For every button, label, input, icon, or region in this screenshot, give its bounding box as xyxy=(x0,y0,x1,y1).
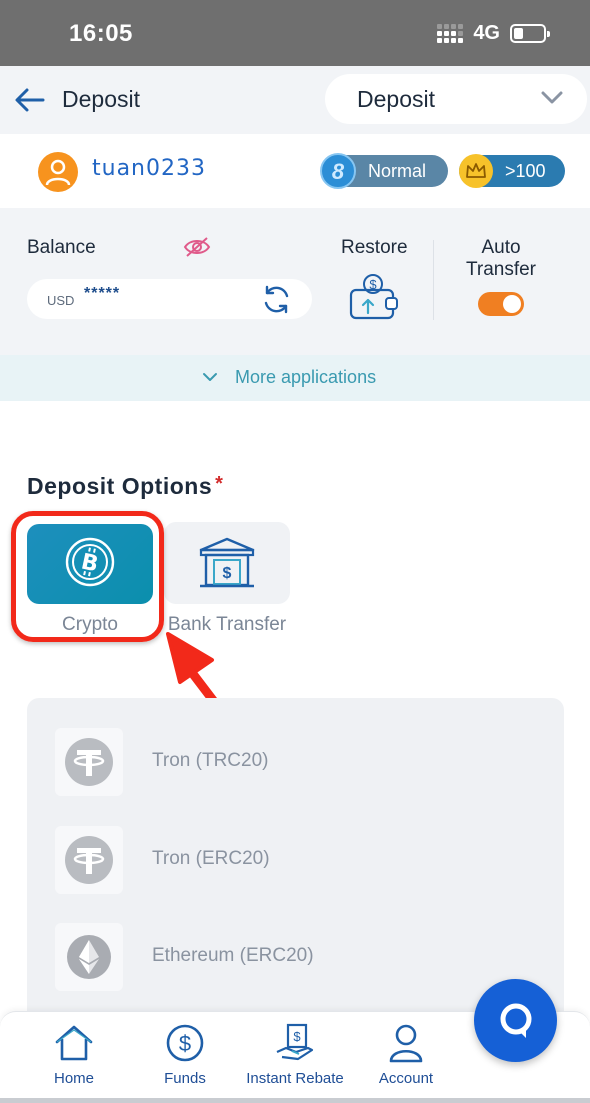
auto-transfer-label: Auto Transfer xyxy=(465,237,537,280)
user-row: tuan0233 8 Normal >100 xyxy=(0,134,590,208)
nav-item-account[interactable]: Account xyxy=(370,1012,442,1103)
rebate-icon: $ xyxy=(276,1023,314,1061)
coin-thumb xyxy=(55,728,123,796)
balance-panel: Balance USD ***** Restore $ Auto Transfe… xyxy=(0,208,590,355)
auto-transfer-toggle[interactable] xyxy=(478,292,524,316)
refresh-icon[interactable] xyxy=(261,284,292,315)
back-arrow-icon[interactable] xyxy=(14,86,46,114)
battery-icon xyxy=(510,24,550,43)
restore-label: Restore xyxy=(341,237,408,258)
coin-option-ethereum-erc20[interactable]: Ethereum (ERC20) xyxy=(55,923,535,991)
level-badge-label: Normal xyxy=(368,161,427,181)
coin-thumb xyxy=(55,826,123,894)
home-indicator xyxy=(0,1098,590,1103)
nav-label: Home xyxy=(53,1070,94,1087)
chevron-down-icon xyxy=(541,91,563,104)
status-bar: 16:05 4G xyxy=(0,0,590,66)
tether-icon xyxy=(65,738,113,786)
ethereum-icon xyxy=(67,935,111,979)
account-icon xyxy=(389,1024,423,1063)
svg-text:$: $ xyxy=(293,1029,301,1044)
nav-item-funds[interactable]: $ Funds xyxy=(150,1012,220,1103)
crown-icon xyxy=(459,154,493,188)
nav-label: Account xyxy=(378,1070,434,1087)
divider xyxy=(433,240,434,320)
dollar-icon: $ xyxy=(166,1024,204,1062)
home-icon xyxy=(55,1025,93,1061)
svg-text:$: $ xyxy=(179,1031,191,1056)
vip-level-badge[interactable]: 8 Normal xyxy=(320,153,448,189)
avatar[interactable] xyxy=(38,152,78,192)
chevron-down-icon xyxy=(203,373,217,381)
eye-off-icon[interactable] xyxy=(183,236,211,258)
more-applications-label: More applications xyxy=(235,367,377,387)
page-title: Deposit xyxy=(62,86,140,112)
coin-list: Tron (TRC20) Tron (ERC20) Ethereum (ERC2… xyxy=(27,698,564,1028)
status-indicators: 4G xyxy=(437,22,550,45)
nav-label: Funds xyxy=(164,1070,206,1087)
svg-text:8: 8 xyxy=(332,159,345,184)
points-badge[interactable]: >100 xyxy=(459,154,565,188)
coin-label: Tron (TRC20) xyxy=(152,750,269,771)
tether-icon xyxy=(65,836,113,884)
coin-label: Tron (ERC20) xyxy=(152,848,270,869)
coin-label: Ethereum (ERC20) xyxy=(152,945,314,966)
coin-option-tron-trc20[interactable]: Tron (TRC20) xyxy=(55,728,535,796)
level-shield-icon: 8 xyxy=(320,153,356,189)
points-badge-label: >100 xyxy=(505,161,546,181)
nav-item-home[interactable]: Home xyxy=(34,1012,114,1103)
coin-thumb xyxy=(55,923,123,991)
nav-item-instant-rebate[interactable]: $ Instant Rebate xyxy=(240,1012,350,1103)
balance-label: Balance xyxy=(27,237,96,258)
nav-label: Instant Rebate xyxy=(246,1070,344,1087)
username: tuan0233 xyxy=(92,156,206,181)
deposit-type-select[interactable]: Deposit xyxy=(325,74,587,124)
bank-transfer-tile[interactable]: $ xyxy=(164,522,290,604)
bank-icon: $ xyxy=(199,537,255,588)
svg-text:$: $ xyxy=(223,565,232,582)
status-time: 16:05 xyxy=(69,20,133,47)
header: Deposit Deposit xyxy=(0,66,590,134)
balance-field: USD ***** xyxy=(27,279,312,319)
network-type: 4G xyxy=(473,22,500,44)
chat-icon xyxy=(500,1003,532,1038)
currency-code: USD xyxy=(47,293,75,308)
balance-value: ***** xyxy=(84,285,121,302)
deposit-options-title: Deposit Options * xyxy=(27,473,224,499)
coin-option-tron-erc20[interactable]: Tron (ERC20) xyxy=(55,826,535,894)
wallet-restore-icon[interactable]: $ xyxy=(348,272,400,322)
more-applications-toggle[interactable]: More applications xyxy=(0,355,590,401)
annotation-highlight-box xyxy=(11,511,164,642)
user-icon xyxy=(45,159,71,186)
signal-icon xyxy=(437,24,464,43)
chat-button[interactable] xyxy=(474,979,557,1062)
select-value: Deposit xyxy=(357,86,435,112)
required-mark: * xyxy=(215,473,224,495)
